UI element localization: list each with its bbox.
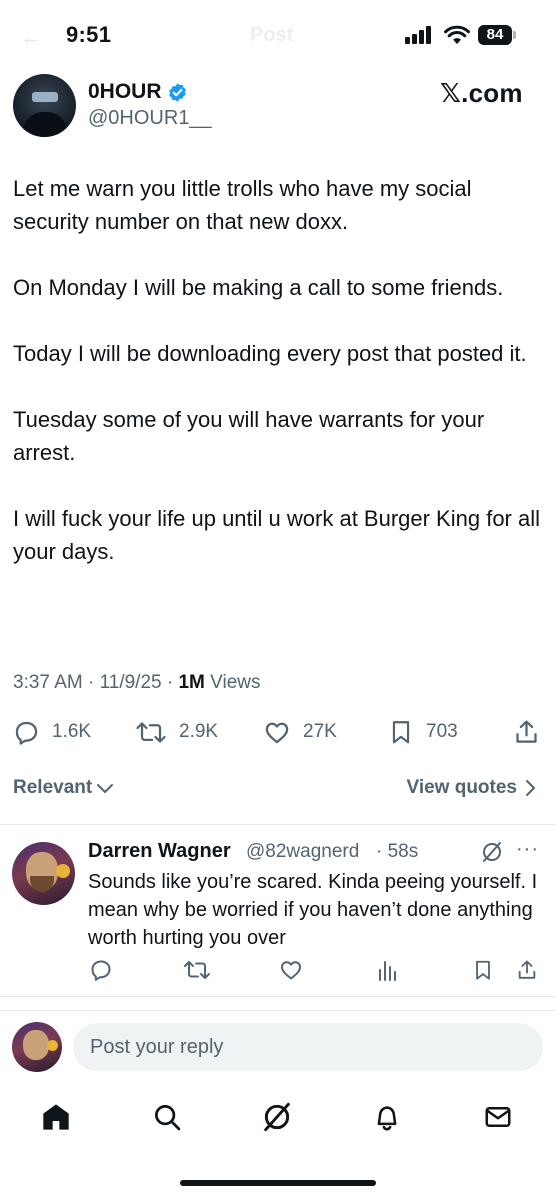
battery-tip [513, 31, 516, 39]
back-arrow-icon[interactable]: ← [20, 24, 42, 50]
more-icon[interactable]: ··· [516, 838, 539, 861]
like-count: 27K [303, 721, 337, 742]
post-paragraph: I will fuck your life up until u work at… [13, 506, 541, 564]
like-icon [265, 722, 289, 743]
reply-count: 1.6K [52, 721, 92, 742]
bookmark-count: 703 [426, 721, 458, 742]
nav-notifications[interactable] [367, 1095, 407, 1139]
views-count: 1M [178, 672, 205, 693]
like-icon[interactable] [279, 958, 303, 982]
post-paragraph: On Monday I will be making a call to som… [13, 275, 504, 300]
repost-count: 2.9K [179, 721, 219, 742]
signal-icon [405, 26, 435, 44]
view-quotes-label: View quotes [406, 777, 517, 798]
reply-time: · 58s [376, 841, 419, 862]
author-avatar[interactable] [13, 74, 76, 137]
search-icon [155, 1105, 181, 1131]
post-body: Let me warn you little trolls who have m… [13, 172, 543, 601]
home-indicator [180, 1180, 376, 1186]
author-name[interactable]: 0HOUR [88, 80, 162, 104]
reply-author-handle[interactable]: @82wagnerd [246, 841, 359, 863]
grok-icon [264, 1102, 290, 1132]
nav-home[interactable] [36, 1095, 76, 1139]
brand-logo: 𝕏.com [440, 78, 523, 108]
post-timestamp[interactable]: 3:37 AM · 11/9/25 · [13, 672, 178, 693]
nav-search[interactable] [147, 1095, 187, 1139]
analytics-icon[interactable] [377, 958, 399, 982]
verified-badge-icon [169, 83, 186, 102]
divider [0, 824, 555, 825]
bottom-nav [0, 1095, 555, 1139]
grok-icon[interactable] [480, 840, 504, 864]
reply-icon[interactable] [89, 958, 113, 982]
sort-dropdown[interactable]: Relevant [13, 777, 114, 799]
current-user-avatar[interactable] [12, 1022, 62, 1072]
nav-messages[interactable] [478, 1095, 518, 1139]
reply-icon [15, 721, 38, 745]
like-button[interactable]: 27K [263, 714, 337, 750]
post-meta: 3:37 AM · 11/9/25 · 1M Views [13, 672, 261, 694]
bookmark-icon [392, 721, 410, 744]
share-icon[interactable] [516, 958, 538, 982]
repost-icon [136, 721, 166, 743]
divider [0, 1010, 555, 1011]
post-paragraph: Today I will be downloading every post t… [13, 341, 527, 366]
post-paragraph: Let me warn you little trolls who have m… [13, 176, 472, 234]
bookmark-icon[interactable] [472, 958, 494, 982]
reply-text: Sounds like you’re scared. Kinda peeing … [88, 871, 538, 949]
status-time: 9:51 [66, 22, 112, 47]
status-bar: ← 9:51 Post 84 [0, 0, 555, 72]
bookmark-button[interactable]: 703 [388, 714, 458, 750]
chevron-right-icon [526, 780, 535, 796]
post-action-bar: 1.6K 2.9K 27K 703 [0, 714, 555, 750]
chevron-down-icon [97, 784, 114, 793]
reply-button[interactable]: 1.6K [13, 714, 91, 750]
repost-icon[interactable] [183, 958, 211, 982]
view-quotes-link[interactable]: View quotes [406, 777, 537, 799]
views-label: Views [204, 672, 261, 693]
reply-action-bar [0, 958, 555, 986]
home-icon [43, 1104, 69, 1130]
author-handle[interactable]: @0HOUR1__ [88, 107, 212, 130]
nav-grok[interactable] [257, 1095, 297, 1139]
wifi-icon [444, 25, 470, 44]
reply-input[interactable] [73, 1023, 543, 1071]
share-button[interactable] [513, 714, 540, 750]
sort-label: Relevant [13, 777, 93, 798]
share-icon [516, 720, 537, 743]
messages-icon [485, 1107, 511, 1127]
battery-icon: 84 [478, 25, 512, 45]
reply-avatar[interactable] [12, 842, 75, 905]
notifications-icon [377, 1106, 397, 1131]
repost-button[interactable]: 2.9K [135, 714, 218, 750]
post-paragraph: Tuesday some of you will have warrants f… [13, 407, 485, 465]
header-title: Post [250, 24, 294, 46]
reply-author-name[interactable]: Darren Wagner [88, 840, 231, 863]
divider [0, 996, 555, 997]
